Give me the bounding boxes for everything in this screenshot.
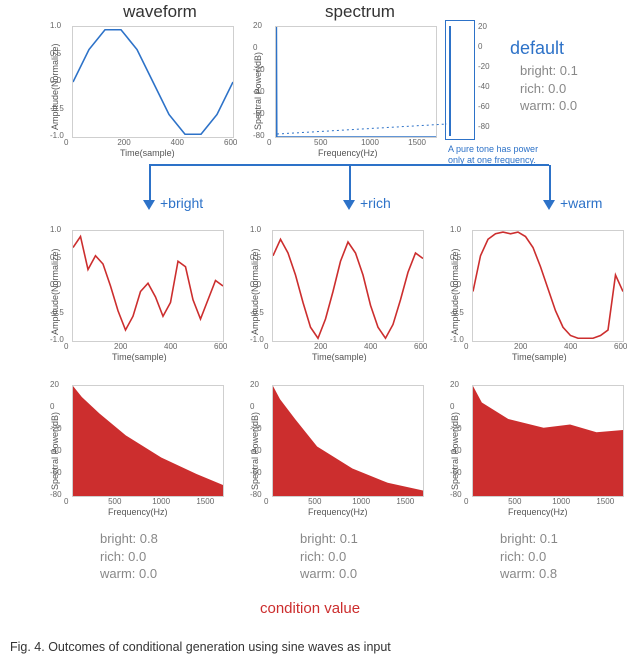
- tick: -60: [478, 102, 490, 111]
- figure-caption: Fig. 4. Outcomes of conditional generati…: [10, 640, 391, 654]
- cond-bright: bright: 0.8 rich: 0.0 warm: 0.0: [100, 530, 158, 583]
- arrow-down-icon: [543, 200, 555, 210]
- arrow-down-icon: [143, 200, 155, 210]
- tick: -80: [478, 122, 490, 131]
- tick: -20: [478, 62, 490, 71]
- chart-warm-waveform: [472, 230, 624, 342]
- label-warm: +warm: [560, 195, 602, 211]
- cond-default: bright: 0.1 rich: 0.0 warm: 0.0: [520, 62, 578, 115]
- tick: 20: [478, 22, 487, 31]
- arrow-line: [149, 165, 151, 200]
- chart-bright-spectrum: [72, 385, 224, 497]
- xlabel-freq: Frequency(Hz): [318, 148, 378, 158]
- xlabel-time: Time(sample): [120, 148, 175, 158]
- dotted-connector: [275, 26, 475, 146]
- arrow-line: [549, 165, 551, 200]
- chart-warm-spectrum: [472, 385, 624, 497]
- chart-rich-spectrum: [272, 385, 424, 497]
- xlabel-freq: Frequency(Hz): [308, 507, 368, 517]
- chart-rich-waveform: [272, 230, 424, 342]
- chart-bright-waveform: [72, 230, 224, 342]
- label-default: default: [510, 38, 564, 59]
- tick: -40: [478, 82, 490, 91]
- label-rich: +rich: [360, 195, 391, 211]
- tick: 0: [478, 42, 482, 51]
- chart-default-waveform: [72, 26, 234, 138]
- arrow-line: [349, 165, 351, 200]
- arrow-down-icon: [343, 200, 355, 210]
- xlabel-time: Time(sample): [512, 352, 567, 362]
- xlabel-time: Time(sample): [312, 352, 367, 362]
- title-spectrum: spectrum: [280, 2, 440, 22]
- xlabel-time: Time(sample): [112, 352, 167, 362]
- cond-warm: bright: 0.1 rich: 0.0 warm: 0.8: [500, 530, 558, 583]
- label-bright: +bright: [160, 195, 203, 211]
- xlabel-freq: Frequency(Hz): [108, 507, 168, 517]
- arrow-horizontal: [149, 163, 559, 167]
- xlabel-freq: Frequency(Hz): [508, 507, 568, 517]
- label-condition-value: condition value: [260, 600, 360, 617]
- cond-rich: bright: 0.1 rich: 0.0 warm: 0.0: [300, 530, 358, 583]
- title-waveform: waveform: [80, 2, 240, 22]
